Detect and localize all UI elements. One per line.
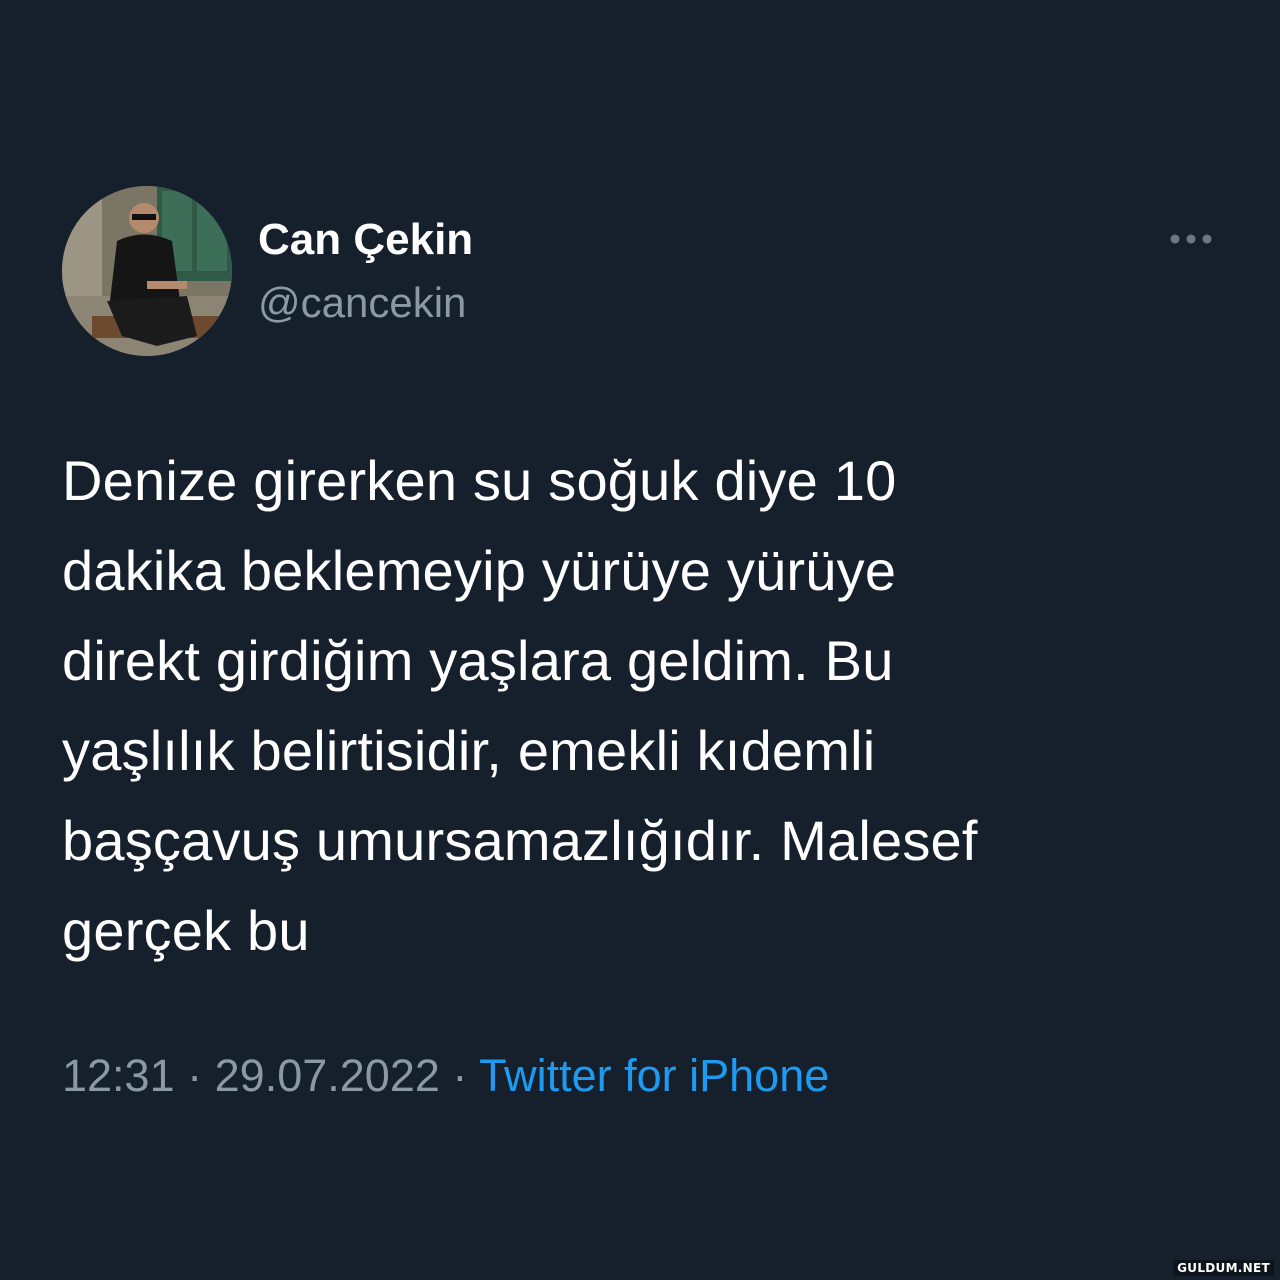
tweet-text-line: direkt girdiğim yaşlara geldim. Bu xyxy=(62,629,894,692)
tweet-text-line: yaşlılık belirtisidir, emekli kıdemli xyxy=(62,719,876,782)
tweet-text-line: başçavuş umursamazlığıdır. Malesef xyxy=(62,809,978,872)
tweet-text-line: dakika beklemeyip yürüye yürüye xyxy=(62,539,897,602)
tweet-meta: 12:31 · 29.07.2022 · Twitter for iPhone xyxy=(62,1048,829,1104)
tweet-card: Can Çekin @cancekin Denize girerken su s… xyxy=(0,0,1280,1280)
tweet-text: Denize girerken su soğuk diye 10 dakika … xyxy=(62,436,1222,976)
tweet-date[interactable]: 29.07.2022 xyxy=(215,1050,440,1101)
avatar[interactable] xyxy=(62,186,232,356)
avatar-photo xyxy=(62,186,232,356)
tweet-text-line: Denize girerken su soğuk diye 10 xyxy=(62,449,897,512)
user-handle[interactable]: @cancekin xyxy=(258,278,466,328)
tweet-source-link[interactable]: Twitter for iPhone xyxy=(479,1050,829,1101)
watermark: GULDUM.NET xyxy=(1173,1260,1274,1276)
more-horizontal-icon[interactable] xyxy=(1168,230,1214,248)
meta-separator: · xyxy=(452,1050,468,1101)
display-name[interactable]: Can Çekin xyxy=(258,214,473,266)
meta-separator: · xyxy=(187,1050,203,1101)
tweet-text-line: gerçek bu xyxy=(62,899,310,962)
tweet-time[interactable]: 12:31 xyxy=(62,1050,175,1101)
